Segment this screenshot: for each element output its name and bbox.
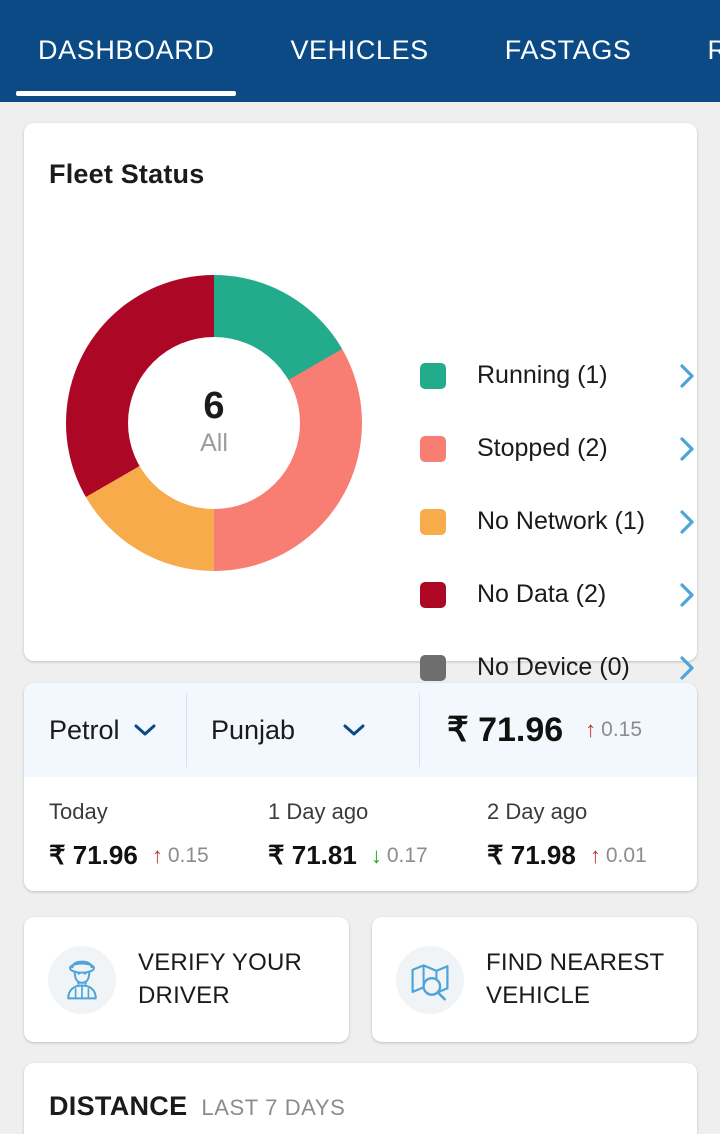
tab-list: DASHBOARD VEHICLES FASTAGS REPORTS <box>0 0 720 102</box>
fuel-history-item-3-day: 3 Day ago ₹ 71.97 ↑ 0.02 <box>681 799 697 871</box>
fuel-history-priceline: ₹ 71.96 ↑ 0.15 <box>49 840 243 871</box>
fuel-current-price: ₹ 71.96 <box>447 711 564 749</box>
chevron-down-icon <box>343 723 365 737</box>
legend-label-no-data: No Data (2) <box>477 580 607 608</box>
fleet-status-card: Fleet Status 6 All Running (1) Stopped (… <box>24 123 700 754</box>
fuel-selector-row: Petrol Punjab ₹ 71.96 ↑ 0.15 <box>24 683 697 777</box>
chevron-right-icon[interactable] <box>674 509 700 535</box>
fuel-state-dropdown[interactable]: Punjab <box>186 683 419 777</box>
map-search-icon <box>396 945 464 1014</box>
fuel-history-priceline: ₹ 71.98 ↑ 0.01 <box>487 840 681 871</box>
fuel-history-item-2-day: 2 Day ago ₹ 71.98 ↑ 0.01 <box>462 799 681 871</box>
fuel-type-value: Petrol <box>49 714 120 745</box>
tab-reports[interactable]: REPORTS <box>670 0 720 102</box>
fuel-history-delta: ↑ 0.15 <box>152 844 209 868</box>
legend-label-running: Running (1) <box>477 361 608 389</box>
fuel-history-delta-value: 0.17 <box>386 843 428 867</box>
legend-label-stopped: Stopped (2) <box>477 434 608 462</box>
chevron-right-icon[interactable] <box>674 436 700 462</box>
legend-item-stopped[interactable]: Stopped (2) <box>420 412 700 485</box>
legend-item-no-data[interactable]: No Data (2) <box>420 558 700 631</box>
legend-swatch-running <box>420 362 446 389</box>
fleet-status-donut-chart[interactable]: 6 All <box>66 275 362 571</box>
fuel-history-delta-value: 0.15 <box>167 843 209 867</box>
legend-swatch-no-network <box>420 508 446 535</box>
legend-label-no-network: No Network (1) <box>477 507 646 535</box>
fuel-current-delta-value: 0.15 <box>601 718 643 741</box>
fuel-history-price: ₹ 71.98 <box>487 840 576 870</box>
fuel-state-value: Punjab <box>211 714 296 745</box>
app-screen: DASHBOARD VEHICLES FASTAGS REPORTS Fleet… <box>0 0 720 1134</box>
donut-total-value: 6 <box>203 384 225 427</box>
tab-vehicles[interactable]: VEHICLES <box>252 0 466 102</box>
fuel-history-delta: ↑ 0.01 <box>590 844 647 868</box>
verify-your-driver-label: VERIFY YOUR DRIVER <box>138 949 303 1009</box>
quick-action-row: VERIFY YOUR DRIVER FIND NEAREST VEHICLE <box>24 917 697 1042</box>
fuel-history-delta-value: 0.01 <box>605 843 647 867</box>
find-nearest-vehicle-card[interactable]: FIND NEAREST VEHICLE <box>372 917 697 1042</box>
fuel-history-item-1-day: 1 Day ago ₹ 71.81 ↓ 0.17 <box>243 799 462 871</box>
fleet-status-title: Fleet Status <box>49 159 205 189</box>
arrow-up-icon: ↑ <box>589 842 601 868</box>
chevron-down-icon <box>134 723 156 737</box>
verify-your-driver-card[interactable]: VERIFY YOUR DRIVER <box>24 917 349 1042</box>
fuel-history-price: ₹ 71.96 <box>49 840 138 870</box>
fuel-price-card: Petrol Punjab ₹ 71.96 ↑ 0.15 Today ₹ 71.… <box>24 683 697 891</box>
fuel-history-day: 1 Day ago <box>268 799 369 824</box>
donut-total-label: All <box>200 428 228 457</box>
chevron-right-icon[interactable] <box>674 582 700 608</box>
distance-card: DISTANCE LAST 7 DAYS <box>24 1063 697 1134</box>
distance-subtitle: LAST 7 DAYS <box>201 1095 346 1120</box>
arrow-down-icon: ↓ <box>370 842 382 868</box>
distance-title: DISTANCE <box>49 1091 188 1121</box>
tab-fastags[interactable]: FASTAGS <box>467 0 670 102</box>
fuel-history-delta: ↓ 0.17 <box>371 844 428 868</box>
fuel-history-day: Today <box>49 799 108 824</box>
fuel-type-dropdown[interactable]: Petrol <box>24 683 186 777</box>
find-nearest-vehicle-label: FIND NEAREST VEHICLE <box>486 949 664 1009</box>
top-tab-bar: DASHBOARD VEHICLES FASTAGS REPORTS <box>0 0 720 102</box>
legend-item-running[interactable]: Running (1) <box>420 339 700 412</box>
legend-swatch-stopped <box>420 435 446 462</box>
donut-center: 6 All <box>128 337 300 509</box>
fuel-current-price-cell: ₹ 71.96 ↑ 0.15 <box>419 683 697 777</box>
distance-header: DISTANCE LAST 7 DAYS <box>24 1063 697 1122</box>
legend-label-no-device: No Device (0) <box>477 653 630 681</box>
tab-dashboard[interactable]: DASHBOARD <box>0 0 252 102</box>
legend-swatch-no-device <box>420 654 446 681</box>
fuel-history-item-today: Today ₹ 71.96 ↑ 0.15 <box>24 799 243 871</box>
chevron-right-icon[interactable] <box>674 363 700 389</box>
legend-swatch-no-data <box>420 581 446 608</box>
arrow-up-icon: ↑ <box>151 842 163 868</box>
legend-item-no-network[interactable]: No Network (1) <box>420 485 700 558</box>
fuel-history-price: ₹ 71.81 <box>268 840 357 870</box>
driver-icon <box>48 945 116 1014</box>
fuel-history-row[interactable]: Today ₹ 71.96 ↑ 0.15 1 Day ago ₹ 71.81 ↓… <box>24 777 697 871</box>
fuel-history-day: 2 Day ago <box>487 799 588 824</box>
arrow-up-icon: ↑ <box>585 717 597 742</box>
chevron-right-icon[interactable] <box>674 655 700 681</box>
fuel-history-priceline: ₹ 71.81 ↓ 0.17 <box>268 840 462 871</box>
fuel-current-delta: ↑ 0.15 <box>585 718 642 742</box>
